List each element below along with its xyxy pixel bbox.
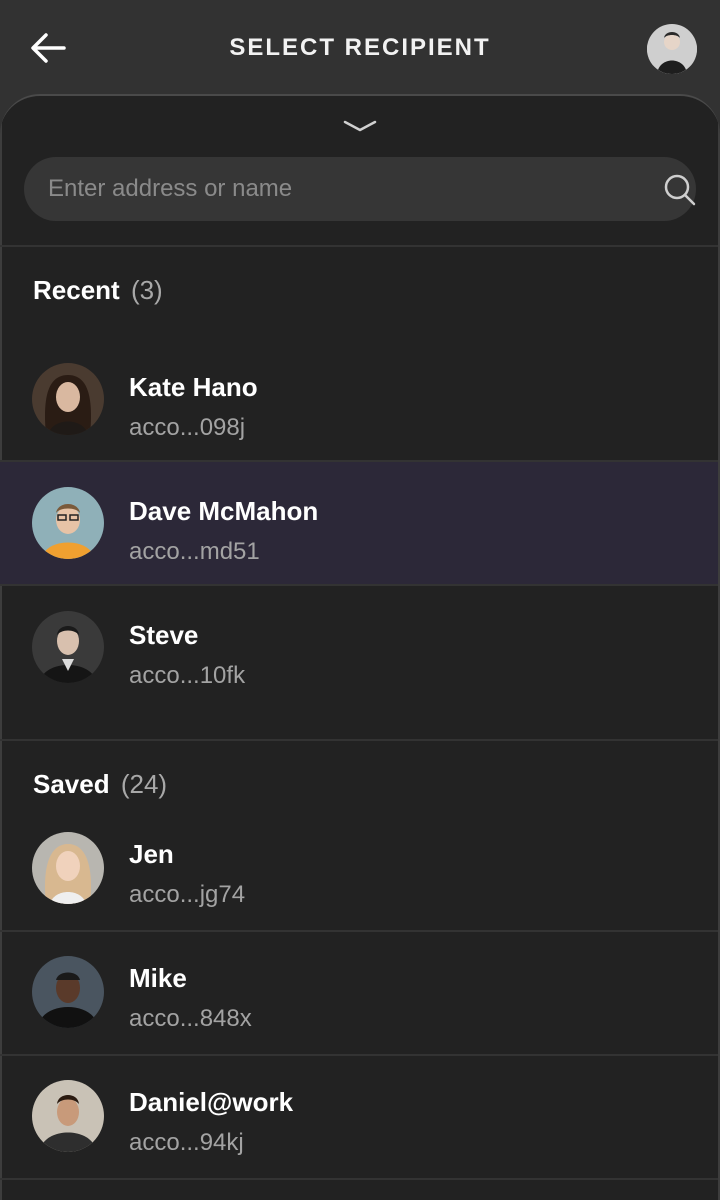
recipient-row[interactable]: Kate Hano acco...098j [0, 337, 720, 461]
section-count: (24) [120, 769, 168, 799]
section-label: Recent [33, 275, 120, 305]
page-title: SELECT RECIPIENT [229, 34, 491, 61]
avatar [32, 956, 104, 1028]
recipient-address: acco...jg74 [129, 881, 246, 908]
profile-avatar[interactable] [647, 24, 697, 74]
search-bar [24, 157, 696, 221]
avatar [32, 363, 104, 435]
section-title-recent: Recent (3) [33, 275, 163, 306]
section-count: (3) [130, 275, 163, 305]
recipient-address: acco...94kj [129, 1129, 244, 1156]
recipient-row-selected[interactable]: Dave McMahon acco...md51 [0, 462, 720, 586]
recipient-name: Daniel@work [129, 1087, 294, 1117]
header: SELECT RECIPIENT [0, 0, 720, 96]
avatar [32, 611, 104, 683]
recipient-address: acco...098j [129, 414, 246, 441]
avatar [32, 832, 104, 904]
recipient-name: Steve [129, 620, 199, 650]
recipient-row[interactable]: Mike acco...848x [0, 932, 720, 1056]
recipient-name: Kate Hano [129, 372, 258, 402]
section-label: Saved [33, 769, 110, 799]
recipient-name: Jen [129, 839, 174, 869]
recipient-row[interactable]: Daniel@work acco...94kj [0, 1056, 720, 1180]
divider [0, 245, 720, 247]
recipient-row[interactable]: Jen acco...jg74 [0, 808, 720, 932]
search-icon[interactable] [662, 172, 698, 208]
recipient-address: acco...848x [129, 1005, 252, 1032]
sheet-handle[interactable] [342, 118, 378, 134]
avatar [32, 1080, 104, 1152]
chevron-down-icon [343, 120, 377, 132]
row-divider [0, 1178, 720, 1180]
recipient-address: acco...10fk [129, 662, 246, 689]
recipient-address: acco...md51 [129, 538, 260, 565]
search-input[interactable] [48, 157, 628, 221]
recipient-name: Dave McMahon [129, 496, 319, 526]
avatar [32, 487, 104, 559]
section-title-saved: Saved (24) [33, 769, 167, 800]
recipient-name: Mike [129, 963, 187, 993]
app: SELECT RECIPIENT Recent [0, 0, 720, 1200]
recipient-row[interactable]: Steve acco...10fk [0, 586, 720, 710]
recipient-sheet: Recent (3) Kate Hano acco...098j [0, 94, 720, 1200]
divider [0, 739, 720, 741]
